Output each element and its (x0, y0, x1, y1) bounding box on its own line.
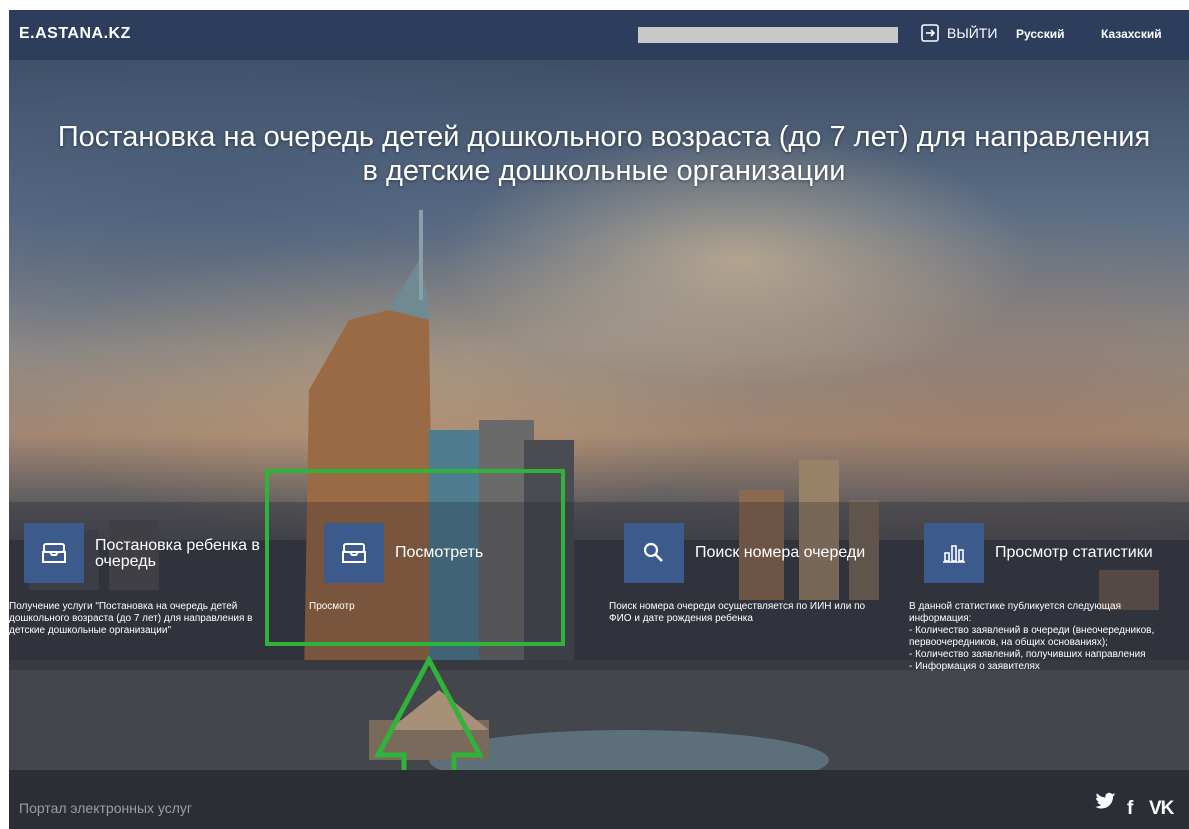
footer-text: Портал электронных услуг (19, 800, 193, 816)
card-icon-box[interactable] (924, 523, 984, 583)
logout-button[interactable]: ВЫЙТИ (921, 24, 997, 42)
top-navigation-bar: E.ASTANA.KZ ВЫЙТИ Русский Казахский (9, 10, 1189, 60)
language-kazakh-link[interactable]: Казахский (1101, 27, 1162, 41)
card-icon-box[interactable] (624, 523, 684, 583)
vk-icon[interactable]: VK (1149, 798, 1174, 820)
card-title[interactable]: Просмотр статистики (995, 545, 1185, 561)
page-frame: E.ASTANA.KZ ВЫЙТИ Русский Казахский Пост… (9, 10, 1189, 829)
logout-label: ВЫЙТИ (947, 25, 998, 41)
card-title[interactable]: Постановка ребенка в очередь (95, 538, 285, 570)
site-logo[interactable]: E.ASTANA.KZ (19, 25, 131, 43)
highlight-box (265, 469, 565, 646)
logout-icon (921, 24, 939, 42)
language-russian-link[interactable]: Русский (1016, 27, 1065, 41)
page-title: Постановка на очередь детей дошкольного … (57, 121, 1151, 187)
card-icon-box[interactable] (24, 523, 84, 583)
card-description: Получение услуги "Постановка на очередь … (9, 601, 253, 636)
facebook-icon[interactable]: f (1127, 798, 1133, 820)
card-description: В данной статистике публикуется следующа… (909, 601, 1155, 672)
search-icon (643, 542, 663, 562)
twitter-bird-icon (1095, 792, 1116, 809)
twitter-icon[interactable] (1095, 792, 1117, 816)
inbox-tray-icon (42, 543, 66, 563)
user-name-redacted-bar (638, 27, 898, 43)
bar-chart-icon (943, 545, 965, 563)
card-title[interactable]: Поиск номера очереди (695, 545, 885, 561)
page-footer: Портал электронных услуг f VK (9, 770, 1189, 829)
card-description: Поиск номера очереди осуществляется по И… (609, 601, 866, 624)
